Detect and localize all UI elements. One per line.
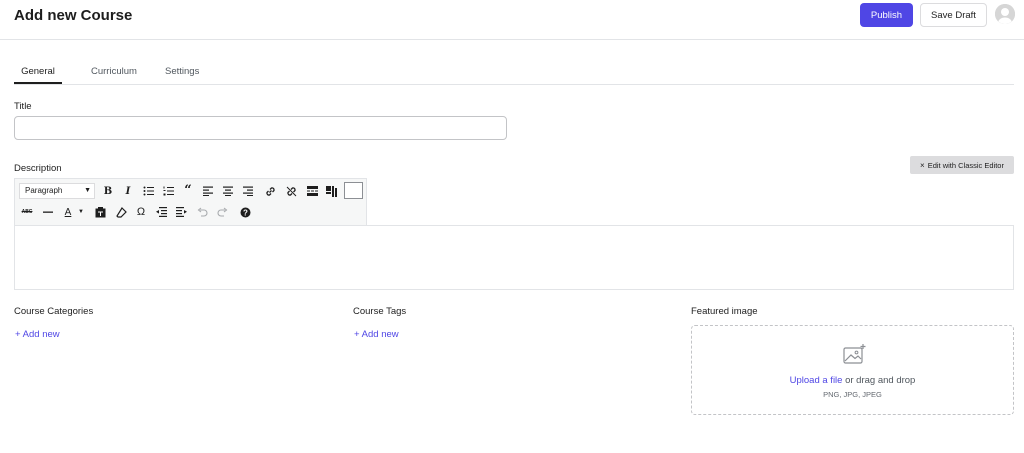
user-avatar-icon: [995, 4, 1015, 24]
format-select[interactable]: Paragraph ▼: [19, 183, 95, 199]
avatar[interactable]: [995, 4, 1015, 24]
top-header: Add new Course Publish Save Draft: [0, 0, 1024, 40]
upload-file-link[interactable]: Upload a file: [790, 375, 843, 386]
align-center-icon[interactable]: [221, 184, 235, 198]
clear-formatting-icon[interactable]: [114, 205, 128, 219]
redo-icon[interactable]: [215, 205, 229, 219]
format-select-value: Paragraph: [25, 186, 63, 195]
strikethrough-icon[interactable]: ABC: [20, 205, 34, 219]
title-input[interactable]: [14, 116, 507, 140]
publish-button[interactable]: Publish: [860, 3, 913, 27]
bold-icon[interactable]: B: [101, 184, 115, 198]
plus-icon: +: [15, 329, 23, 340]
add-category-label: Add new: [22, 329, 60, 340]
classic-editor-label: Edit with Classic Editor: [927, 160, 1004, 170]
page-title: Add new Course: [14, 7, 133, 24]
italic-icon[interactable]: I: [121, 184, 135, 198]
toolbar-toggle-icon[interactable]: [325, 184, 339, 198]
caret-down-icon: ▼: [84, 187, 91, 194]
indent-icon[interactable]: [174, 205, 188, 219]
drag-drop-text: or drag and drop: [842, 375, 916, 386]
paste-text-icon[interactable]: [93, 205, 107, 219]
special-character-icon[interactable]: Ω: [134, 205, 148, 219]
description-label: Description: [14, 163, 62, 174]
help-icon[interactable]: ?: [238, 205, 252, 219]
blockquote-icon[interactable]: “: [181, 184, 195, 198]
course-categories-label: Course Categories: [14, 306, 94, 317]
add-tag-button[interactable]: + Add new: [354, 329, 399, 340]
align-left-icon[interactable]: [201, 184, 215, 198]
description-editor[interactable]: [14, 225, 1014, 290]
image-add-icon: [843, 343, 867, 372]
horizontal-line-icon[interactable]: [41, 205, 55, 219]
featured-image-label: Featured image: [691, 306, 758, 317]
plus-icon: +: [354, 329, 362, 340]
active-toggle-box[interactable]: [344, 182, 363, 199]
text-color-icon[interactable]: A: [61, 205, 75, 219]
featured-image-dropzone[interactable]: Upload a file or drag and drop PNG, JPG,…: [691, 325, 1014, 415]
tab-curriculum[interactable]: Curriculum: [91, 62, 137, 84]
caret-down-icon[interactable]: ▼: [77, 205, 85, 219]
numbered-list-icon[interactable]: [161, 184, 175, 198]
svg-text:?: ?: [243, 208, 248, 217]
unlink-icon[interactable]: [284, 184, 298, 198]
outdent-icon[interactable]: [154, 205, 168, 219]
close-icon: ×: [920, 160, 925, 170]
add-tag-label: Add new: [361, 329, 399, 340]
align-right-icon[interactable]: [241, 184, 255, 198]
allowed-formats: PNG, JPG, JPEG: [823, 390, 882, 399]
tab-settings[interactable]: Settings: [165, 62, 199, 84]
upload-instructions: Upload a file or drag and drop: [692, 375, 1013, 386]
title-label: Title: [14, 101, 32, 112]
edit-with-classic-editor-button[interactable]: × Edit with Classic Editor: [910, 156, 1014, 174]
course-tags-label: Course Tags: [353, 306, 407, 317]
bullet-list-icon[interactable]: [141, 184, 155, 198]
add-category-button[interactable]: + Add new: [15, 329, 60, 340]
editor-toolbar: Paragraph ▼ B I “ ABC A ▼ Ω ?: [14, 178, 367, 225]
read-more-icon[interactable]: [305, 184, 319, 198]
save-draft-button[interactable]: Save Draft: [920, 3, 987, 27]
undo-icon[interactable]: [195, 205, 209, 219]
link-icon[interactable]: [263, 184, 277, 198]
course-tabs: General Curriculum Settings: [14, 62, 1014, 85]
tab-general[interactable]: General: [14, 62, 62, 84]
